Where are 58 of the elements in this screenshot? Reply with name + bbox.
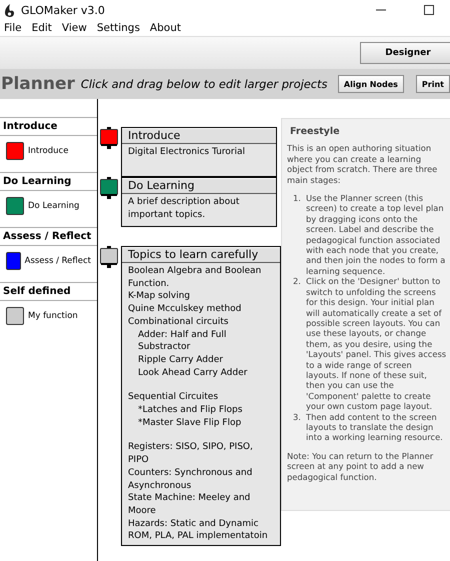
- connector-icon[interactable]: [100, 246, 118, 268]
- topic-text: K-Map solving: [128, 290, 191, 304]
- topic-text: Look Ahead Carry Adder: [138, 366, 248, 380]
- palette-heading: Assess / Reflect: [0, 227, 97, 246]
- topic-text: *Latches and Flip Flops: [138, 404, 244, 417]
- topic-text: Adder: Half and Full: [138, 328, 228, 342]
- menu-item[interactable]: About: [150, 22, 181, 34]
- topic-text: Boolean Algebra and Boolean Function.: [128, 265, 262, 290]
- designer-button[interactable]: Designer: [360, 42, 450, 64]
- topic-text: Hazards: Static and Dynamic: [128, 518, 260, 530]
- planner-hint: Click and drag below to edit larger projects: [80, 77, 326, 91]
- topic-text: State Machine: Meeley and Moore: [128, 492, 252, 518]
- topic-text: Substractor: [138, 341, 192, 354]
- topic-text: A brief description about important topics.: [128, 196, 240, 222]
- help-step: Click on the 'Designer' button to switch to unfolding the screens for this design. Your initial plan will automatically create a set of possible screen layouts. You can use these layouts, or change them, as you desire, using the 'Layouts' panel. This gives access to a wide range of screen layouts. If none of these suit, then you can use the 'Component' palette to create your own custom page layout.: [306, 276, 447, 412]
- topic-text: Digital Electronics Turorial: [128, 146, 246, 159]
- topic-text: Combinational circuits: [128, 316, 230, 329]
- planner-title: Planner: [0, 74, 76, 94]
- node-title: Topics to learn carefully: [122, 247, 280, 263]
- menu-item[interactable]: View: [62, 22, 87, 34]
- topic-text: ROM, PLA, PAL implementatoin: [128, 530, 269, 544]
- topic-text: Registers: SISO, SIPO, PISO, PIPO: [128, 441, 254, 467]
- step-number: 1.: [293, 193, 302, 206]
- topic-text: Sequential Circuites: [128, 391, 220, 404]
- help-title: Freestyle: [290, 127, 341, 138]
- palette-item[interactable]: Do Learning: [0, 191, 97, 227]
- print-button[interactable]: Print: [416, 75, 450, 93]
- help-step: Then add content to the screen layouts to translate the design into a working learning resource.: [306, 412, 447, 443]
- topic-text: *Master Slave Flip Flop: [138, 416, 242, 430]
- window-title: GLOMaker v3.0: [21, 4, 106, 16]
- menu-item[interactable]: Settings: [96, 22, 140, 34]
- menu-item[interactable]: Edit: [32, 22, 52, 34]
- step-number: 3.: [293, 412, 302, 424]
- palette-item[interactable]: My function: [0, 301, 97, 337]
- palette-heading: Do Learning: [0, 172, 97, 191]
- help-step: Use the Planner screen (this screen) to create a top level plan by dragging icons onto the screen. Label and describe the pedagogical function associated with each node that you create, and then join the nodes to form a learning sequence.: [306, 193, 447, 276]
- align-nodes-button[interactable]: Align Nodes: [338, 75, 404, 93]
- palette-heading: Introduce: [0, 117, 97, 136]
- node-title: Do Learning: [122, 178, 276, 194]
- palette-item[interactable]: Assess / Reflect: [0, 246, 97, 282]
- node-title: Introduce: [122, 128, 276, 144]
- app-logo-icon: [4, 4, 15, 16]
- node-card[interactable]: Do Learning A brief description about important topics.: [121, 177, 277, 227]
- node-card[interactable]: Introduce Digital Electronics Turorial: [121, 127, 277, 177]
- help-note: Note: You can return to the Planner screen at any point to add a new pedagogical function.: [287, 450, 434, 482]
- help-text: This is an open authoring situation where you can create a learning object from scratch. There are three main stages:: [287, 143, 438, 186]
- maximize-icon[interactable]: [424, 5, 434, 15]
- connector-icon[interactable]: [100, 127, 118, 149]
- palette-item[interactable]: Introduce: [0, 136, 97, 172]
- node-card[interactable]: [121, 246, 281, 546]
- minimize-icon[interactable]: [376, 9, 386, 11]
- topic-text: Ripple Carry Adder: [138, 354, 224, 367]
- step-number: 2.: [293, 276, 302, 288]
- connector-icon[interactable]: [100, 177, 118, 199]
- menu-item[interactable]: File: [4, 22, 22, 34]
- topic-text: Quine Mcculskey method: [128, 303, 242, 316]
- palette-heading: Self defined: [0, 282, 97, 301]
- topic-text: Counters: Synchronous and Asynchronous: [128, 466, 254, 492]
